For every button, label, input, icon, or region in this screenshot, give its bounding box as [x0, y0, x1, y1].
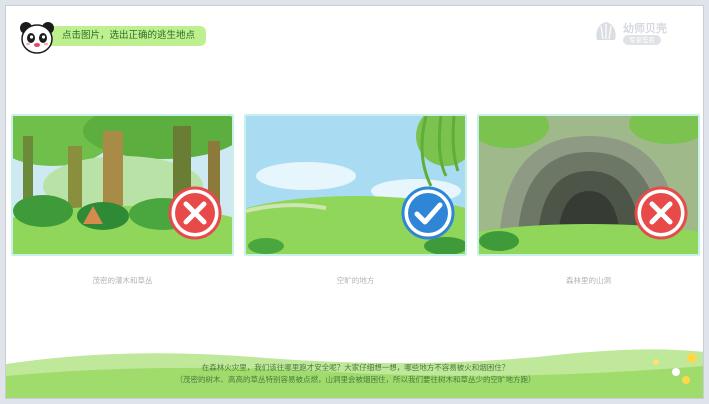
instruction-pill: 点击图片，选出正确的逃生地点 [46, 26, 206, 46]
correct-check-icon [401, 186, 455, 240]
wrong-cross-icon [634, 186, 688, 240]
option-label-forest: 茂密的灌木和草丛 [92, 276, 153, 285]
logo-title: 幼师贝壳 [623, 22, 667, 35]
top-bar: 点击图片，选出正确的逃生地点 幼师贝壳 专享签名 [6, 6, 703, 62]
explanation-line-1: 在森林火灾里，我们该往哪里跑才安全呢？大家仔细想一想，哪些地方不容易被火和烟困住… [201, 363, 510, 372]
game-frame: 点击图片，选出正确的逃生地点 幼师贝壳 专享签名 茂密的灌木和草丛 空旷的地方 … [5, 5, 704, 399]
brand-logo: 幼师贝壳 专享签名 [593, 18, 689, 48]
logo-subtitle: 专享签名 [623, 35, 661, 45]
bottom-grass-strip: 在森林火灾里，我们该往哪里跑才安全呢？大家仔细想一想，哪些地方不容易被火和烟困住… [6, 344, 703, 398]
explanation-line-2: （茂密的树木、高高的草丛特别容易被点燃，山洞里会被烟困住，所以我们要往树木和草丛… [175, 375, 536, 384]
option-card-open-field[interactable] [244, 114, 467, 256]
option-label-cave: 森林里的山洞 [566, 276, 611, 285]
panda-mascot-icon [20, 22, 54, 54]
option-label-open-field: 空旷的地方 [336, 276, 375, 285]
option-card-cave[interactable] [477, 114, 700, 256]
shell-logo-icon [596, 22, 616, 40]
option-card-forest[interactable] [11, 114, 234, 256]
wrong-cross-icon [168, 186, 222, 240]
